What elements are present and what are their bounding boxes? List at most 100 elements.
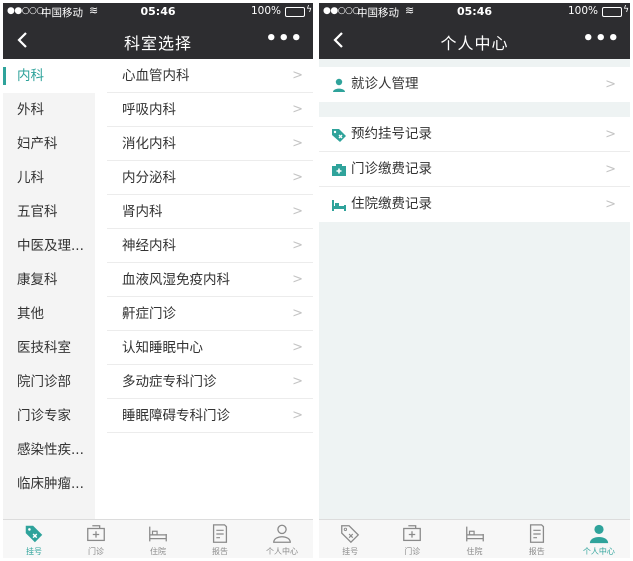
category-item[interactable]: 康复科 <box>3 263 95 297</box>
department-label: 呼吸内科 <box>122 102 176 118</box>
tab-label: 报告 <box>212 547 228 556</box>
chevron-right-icon: > <box>292 374 303 389</box>
tab-item[interactable]: 挂号 <box>319 520 381 558</box>
battery-icon: ϟ <box>602 5 629 17</box>
department-item[interactable]: 鼾症门诊 > <box>107 297 313 331</box>
department-item[interactable]: 内分泌科 > <box>107 161 313 195</box>
more-dots-icon[interactable]: ••• <box>582 28 620 49</box>
person-icon <box>333 78 345 92</box>
menu-item-patient-management[interactable]: 就诊人管理 > <box>319 67 630 102</box>
menu-item-inpatient-payments[interactable]: 住院缴费记录 > <box>319 187 630 222</box>
department-label: 消化内科 <box>122 136 176 152</box>
tab-label: 挂号 <box>26 547 42 556</box>
tab-item[interactable]: 门诊 <box>65 520 127 558</box>
report-document-icon <box>529 524 544 543</box>
bed-icon <box>465 526 484 542</box>
tab-bar: 挂号 门诊 住院 报告 个人中心 <box>319 519 630 558</box>
chevron-right-icon: > <box>292 102 303 117</box>
category-list: 内科 外科 妇产科 儿科 五官科 中医及理... 康复科 其他 医技科室 院门诊部 门诊专家 感染性疾… <box>3 59 95 519</box>
outpatient-kit-icon <box>403 525 422 542</box>
category-item[interactable]: 中医及理... <box>3 229 95 263</box>
category-item[interactable]: 儿科 <box>3 161 95 195</box>
menu-item-label: 就诊人管理 <box>351 76 419 92</box>
department-item[interactable]: 消化内科 > <box>107 127 313 161</box>
register-tag-icon <box>341 525 360 544</box>
department-item[interactable]: 睡眠障碍专科门诊 > <box>107 399 313 433</box>
category-item[interactable]: 院门诊部 <box>3 365 95 399</box>
chevron-right-icon: > <box>292 238 303 253</box>
chevron-right-icon: > <box>605 162 616 177</box>
battery-icon: ϟ <box>285 5 312 17</box>
nav-bar: 科室选择 ••• <box>3 21 313 59</box>
person-profile-icon <box>589 524 609 544</box>
department-item[interactable]: 呼吸内科 > <box>107 93 313 127</box>
tab-item[interactable]: 报告 <box>189 520 251 558</box>
department-item[interactable]: 血液风湿免疫内科 > <box>107 263 313 297</box>
tab-item[interactable]: 个人中心 <box>568 520 630 558</box>
tab-label: 挂号 <box>342 547 359 556</box>
category-item[interactable]: 五官科 <box>3 195 95 229</box>
department-label: 神经内科 <box>122 238 176 254</box>
tab-label: 住院 <box>150 547 166 556</box>
department-label: 鼾症门诊 <box>122 306 176 322</box>
menu-group-records: 预约挂号记录 > 门诊缴费记录 > 住院缴费记录 > <box>319 117 630 222</box>
department-item[interactable]: 肾内科 > <box>107 195 313 229</box>
department-label: 心血管内科 <box>122 68 190 84</box>
category-item[interactable]: 妇产科 <box>3 127 95 161</box>
department-item[interactable]: 多动症专科门诊 > <box>107 365 313 399</box>
status-bar: ●●○○○ 中国移动 ≋ 05:46 100% ϟ <box>3 3 313 21</box>
battery-percent: 100% <box>567 5 598 17</box>
category-item[interactable]: 临床肿瘤... <box>3 467 95 501</box>
category-item[interactable]: 其他 <box>3 297 95 331</box>
content-background: 就诊人管理 > 预约挂号记录 > 门诊缴费记录 > 住院缴费记录 > <box>319 59 630 519</box>
category-item[interactable]: 门诊专家 <box>3 399 95 433</box>
tab-item[interactable]: 报告 <box>506 520 568 558</box>
tab-item[interactable]: 挂号 <box>3 520 65 558</box>
tab-item[interactable]: 住院 <box>443 520 505 558</box>
menu-group-patients: 就诊人管理 > <box>319 67 630 102</box>
department-label: 睡眠障碍专科门诊 <box>122 408 230 424</box>
department-label: 认知睡眠中心 <box>122 340 203 356</box>
right-screen: ●●○○○ 中国移动 ≋ 05:46 100% ϟ 个人中心 ••• 就诊人管理… <box>319 3 630 558</box>
department-item[interactable]: 神经内科 > <box>107 229 313 263</box>
category-item[interactable]: 外科 <box>3 93 95 127</box>
menu-item-label: 住院缴费记录 <box>351 196 432 212</box>
department-item[interactable]: 认知睡眠中心 > <box>107 331 313 365</box>
department-label: 多动症专科门诊 <box>122 374 217 390</box>
menu-item-appointment-records[interactable]: 预约挂号记录 > <box>319 117 630 152</box>
department-item[interactable]: 心血管内科 > <box>107 59 313 93</box>
bed-icon <box>149 526 167 542</box>
register-tag-icon <box>25 525 43 543</box>
department-label: 内分泌科 <box>122 170 176 186</box>
tab-label: 个人中心 <box>582 547 615 556</box>
more-dots-icon[interactable]: ••• <box>265 28 303 49</box>
category-item[interactable]: 内科 <box>3 59 95 93</box>
person-profile-icon <box>273 524 291 543</box>
chevron-right-icon: > <box>605 77 616 92</box>
tag-x-icon <box>332 129 346 142</box>
chevron-right-icon: > <box>605 127 616 142</box>
tab-item[interactable]: 门诊 <box>381 520 443 558</box>
chevron-right-icon: > <box>292 340 303 355</box>
menu-item-outpatient-payments[interactable]: 门诊缴费记录 > <box>319 152 630 187</box>
tab-bar: 挂号 门诊 住院 报告 个人中心 <box>3 519 313 558</box>
menu-item-label: 门诊缴费记录 <box>351 161 432 177</box>
chevron-right-icon: > <box>292 306 303 321</box>
tab-item[interactable]: 个人中心 <box>251 520 313 558</box>
category-item[interactable]: 医技科室 <box>3 331 95 365</box>
battery-percent: 100% <box>250 5 281 17</box>
menu-item-label: 预约挂号记录 <box>351 126 432 142</box>
tab-label: 住院 <box>466 547 483 556</box>
department-label: 血液风湿免疫内科 <box>122 272 230 288</box>
report-document-icon <box>212 524 228 543</box>
department-label: 肾内科 <box>122 204 163 220</box>
nav-bar: 个人中心 ••• <box>319 21 630 59</box>
tab-item[interactable]: 住院 <box>127 520 189 558</box>
category-item[interactable]: 感染性疾... <box>3 433 95 467</box>
chevron-right-icon: > <box>292 68 303 83</box>
chevron-right-icon: > <box>292 272 303 287</box>
medical-kit-icon <box>332 164 346 176</box>
chevron-right-icon: > <box>605 197 616 212</box>
bed-icon <box>332 200 346 211</box>
department-list: 心血管内科 > 呼吸内科 > 消化内科 > 内分泌科 > 肾内科 > 神经内科 > 血液风湿免疫内科 > 鼾… <box>95 59 313 519</box>
